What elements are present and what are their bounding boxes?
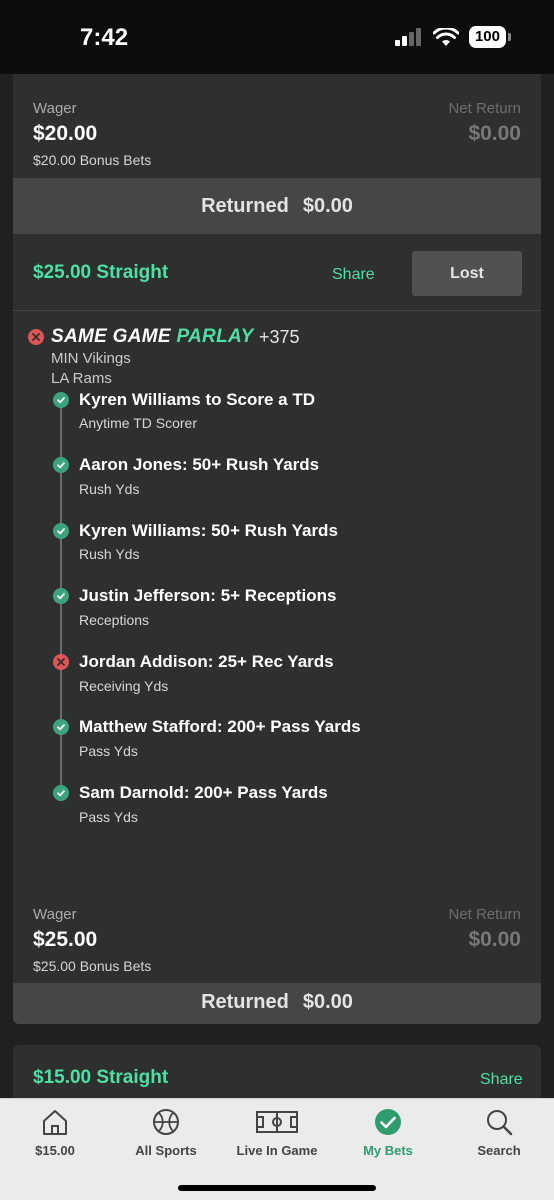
net-return-amount: $0.00	[468, 122, 521, 145]
leg-market: Receptions	[79, 612, 150, 628]
bets-list[interactable]: Wager Net Return $20.00 $0.00 $20.00 Bon…	[0, 74, 554, 1098]
returned-amount: $0.00	[302, 991, 353, 1013]
net-return-label: Net Return	[448, 100, 521, 117]
tab-label: Live In Game	[236, 1143, 318, 1158]
wager-amount: $25.00	[33, 928, 98, 951]
returned-amount: $0.00	[302, 194, 353, 217]
wager-amount: $20.00	[33, 122, 98, 145]
bet-card-next: $15.00 Straight Share	[13, 1045, 541, 1098]
parlay-title-same-game: SAME GAME	[51, 326, 171, 347]
tab-my-bets[interactable]: My Bets	[333, 1099, 443, 1169]
battery-indicator: 100	[468, 26, 512, 48]
status-bar: 7:42 100	[0, 0, 554, 74]
tab-label: My Bets	[363, 1143, 413, 1158]
divider	[13, 310, 541, 311]
net-return-amount: $0.00	[468, 928, 521, 951]
field-icon	[256, 1111, 298, 1133]
parlay-odds: +375	[259, 327, 300, 347]
bonus-bets-text: $20.00 Bonus Bets	[33, 152, 152, 168]
leg-title: Matthew Stafford: 200+ Pass Yards	[79, 717, 361, 736]
search-icon	[487, 1110, 513, 1136]
wifi-icon	[432, 27, 459, 46]
tab-label: All Sports	[135, 1143, 197, 1158]
home-icon	[43, 1110, 67, 1135]
leg-market: Pass Yds	[79, 809, 138, 825]
net-return-label: Net Return	[448, 906, 521, 923]
leg-won-check-icon	[53, 523, 69, 539]
returned-bar: Returned $0.00	[13, 983, 541, 1024]
signal-icon	[394, 28, 421, 46]
wager-label: Wager	[33, 906, 77, 923]
returned-bar: Returned $0.00	[13, 178, 541, 234]
returned-label: Returned	[201, 194, 289, 217]
home-indicator[interactable]	[178, 1185, 376, 1191]
team-1: MIN Vikings	[51, 350, 131, 367]
leg-market: Rush Yds	[79, 481, 140, 497]
parlay-lost-icon	[28, 329, 44, 345]
parlay-title: SAME GAME PARLAY	[51, 326, 254, 348]
leg-title: Justin Jefferson: 5+ Receptions	[79, 586, 337, 605]
bet-status-badge[interactable]: Lost	[412, 251, 522, 296]
leg-title: Kyren Williams: 50+ Rush Yards	[79, 521, 338, 540]
tab-label: $15.00	[35, 1143, 75, 1158]
bonus-bets-text: $25.00 Bonus Bets	[33, 958, 152, 974]
share-button[interactable]: Share	[480, 1071, 523, 1089]
leg-won-check-icon	[53, 588, 69, 604]
leg-market: Rush Yds	[79, 546, 140, 562]
leg-title: Aaron Jones: 50+ Rush Yards	[79, 455, 320, 474]
soccer-ball-icon	[153, 1109, 179, 1135]
leg-title: Jordan Addison: 25+ Rec Yards	[79, 652, 334, 671]
leg-won-check-icon	[53, 785, 69, 801]
status-icons: 100	[394, 26, 512, 48]
leg-won-check-icon	[53, 457, 69, 473]
bet-title: $25.00 Straight	[33, 262, 169, 283]
leg-won-check-icon	[53, 719, 69, 735]
team-2: LA Rams	[51, 370, 112, 387]
leg-won-check-icon	[53, 392, 69, 408]
wager-label: Wager	[33, 100, 77, 117]
share-button[interactable]: Share	[332, 266, 375, 284]
parlay-title-parlay: PARLAY	[176, 326, 254, 347]
status-time: 7:42	[80, 24, 129, 51]
tab-home[interactable]: $15.00	[0, 1099, 110, 1169]
leg-title: Kyren Williams to Score a TD	[79, 390, 316, 409]
bet-title: $15.00 Straight	[33, 1067, 169, 1088]
bet-card-parlay: $25.00 Straight Share Lost SAME GAME PAR…	[13, 240, 541, 1024]
check-circle-icon	[375, 1109, 401, 1135]
tab-all-sports[interactable]: All Sports	[111, 1099, 221, 1169]
leg-market: Receiving Yds	[79, 678, 169, 694]
leg-market: Anytime TD Scorer	[79, 415, 197, 431]
leg-market: Pass Yds	[79, 743, 138, 759]
tab-label: Search	[477, 1143, 521, 1158]
tab-search[interactable]: Search	[444, 1099, 554, 1169]
returned-label: Returned	[201, 991, 289, 1013]
tab-live-in-game[interactable]: Live In Game	[222, 1099, 332, 1169]
leg-lost-x-icon	[53, 654, 69, 670]
leg-title: Sam Darnold: 200+ Pass Yards	[79, 783, 328, 802]
